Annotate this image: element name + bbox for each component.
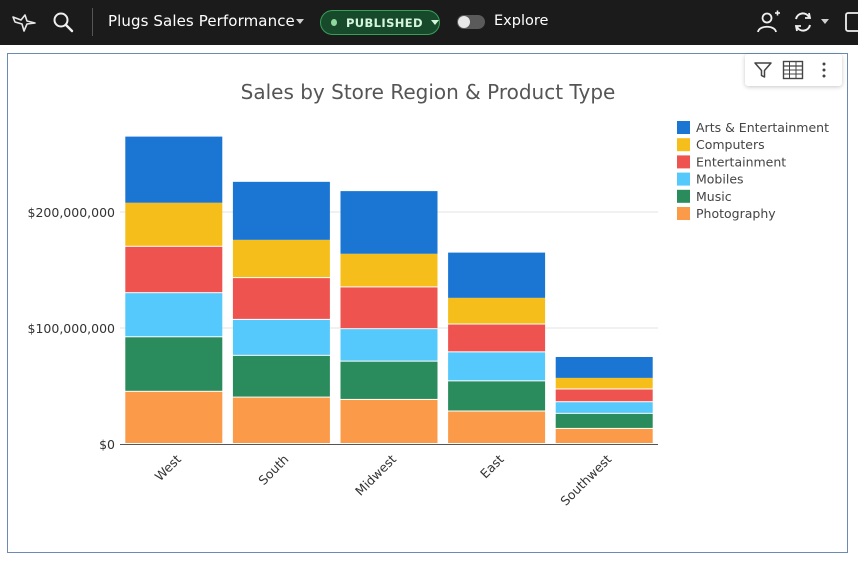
bar-segment[interactable]: [232, 319, 330, 355]
bar-segment[interactable]: [340, 361, 438, 399]
bar-segment[interactable]: [125, 136, 223, 203]
legend-swatch: [677, 189, 690, 203]
bar-segment[interactable]: [555, 389, 653, 402]
more-vertical-icon[interactable]: [812, 58, 836, 82]
bar-segment[interactable]: [448, 411, 546, 443]
bar-segment[interactable]: [448, 324, 546, 352]
x-tick-label: East: [477, 451, 507, 481]
bar-segment[interactable]: [448, 381, 546, 411]
bar-segment[interactable]: [125, 246, 223, 293]
bar-segment[interactable]: [448, 352, 546, 381]
bar-segment[interactable]: [232, 181, 330, 240]
bar-segment[interactable]: [340, 287, 438, 329]
bar-segment[interactable]: [340, 329, 438, 361]
legend-label: Photography: [696, 206, 776, 221]
stacked-bar-chart: Sales by Store Region & Product Type $0 $…: [28, 80, 830, 509]
x-tick-label: Southwest: [557, 451, 614, 508]
legend-item[interactable]: Mobiles: [677, 172, 744, 187]
legend-item[interactable]: Photography: [677, 206, 776, 221]
legend-swatch: [677, 138, 690, 152]
filter-icon[interactable]: [751, 58, 775, 82]
legend-item[interactable]: Entertainment: [677, 154, 786, 169]
bar-segment[interactable]: [340, 191, 438, 254]
legend-label: Entertainment: [696, 154, 786, 169]
bar-segment[interactable]: [448, 252, 546, 298]
y-tick-label: $100,000,000: [28, 321, 116, 336]
legend-label: Computers: [696, 137, 765, 152]
legend-item[interactable]: Computers: [677, 137, 765, 152]
legend-swatch: [677, 155, 690, 169]
bar-segment[interactable]: [555, 357, 653, 378]
bar-segment[interactable]: [232, 278, 330, 319]
x-tick-label: South: [255, 452, 291, 488]
legend-label: Arts & Entertainment: [696, 120, 829, 135]
table-icon[interactable]: [781, 58, 805, 82]
x-tick-label: Midwest: [352, 451, 399, 498]
legend-item[interactable]: Music: [677, 189, 732, 204]
bar-segment[interactable]: [125, 391, 223, 443]
chart-toolbar: [745, 54, 842, 86]
bar-segment[interactable]: [232, 355, 330, 397]
bar-segment[interactable]: [555, 402, 653, 413]
y-tick-label: $200,000,000: [28, 205, 116, 220]
bar-segment[interactable]: [125, 202, 223, 246]
legend-label: Music: [696, 189, 732, 204]
bar-segment[interactable]: [448, 297, 546, 324]
legend-item[interactable]: Arts & Entertainment: [677, 120, 829, 135]
legend-swatch: [677, 207, 690, 220]
legend-label: Mobiles: [696, 172, 744, 187]
y-tick-label: $0: [99, 437, 115, 452]
bar-segment[interactable]: [232, 397, 330, 443]
legend-swatch: [677, 121, 690, 134]
bar-segment[interactable]: [340, 253, 438, 287]
legend-swatch: [677, 172, 690, 186]
x-tick-label: West: [152, 451, 184, 483]
chart-title: Sales by Store Region & Product Type: [241, 80, 616, 104]
bar-segment[interactable]: [555, 377, 653, 389]
bar-segment[interactable]: [340, 399, 438, 443]
bar-segment[interactable]: [125, 337, 223, 391]
bar-segment[interactable]: [555, 428, 653, 443]
bar-segment[interactable]: [232, 239, 330, 278]
bar-segment[interactable]: [555, 413, 653, 428]
bar-segment[interactable]: [125, 293, 223, 337]
